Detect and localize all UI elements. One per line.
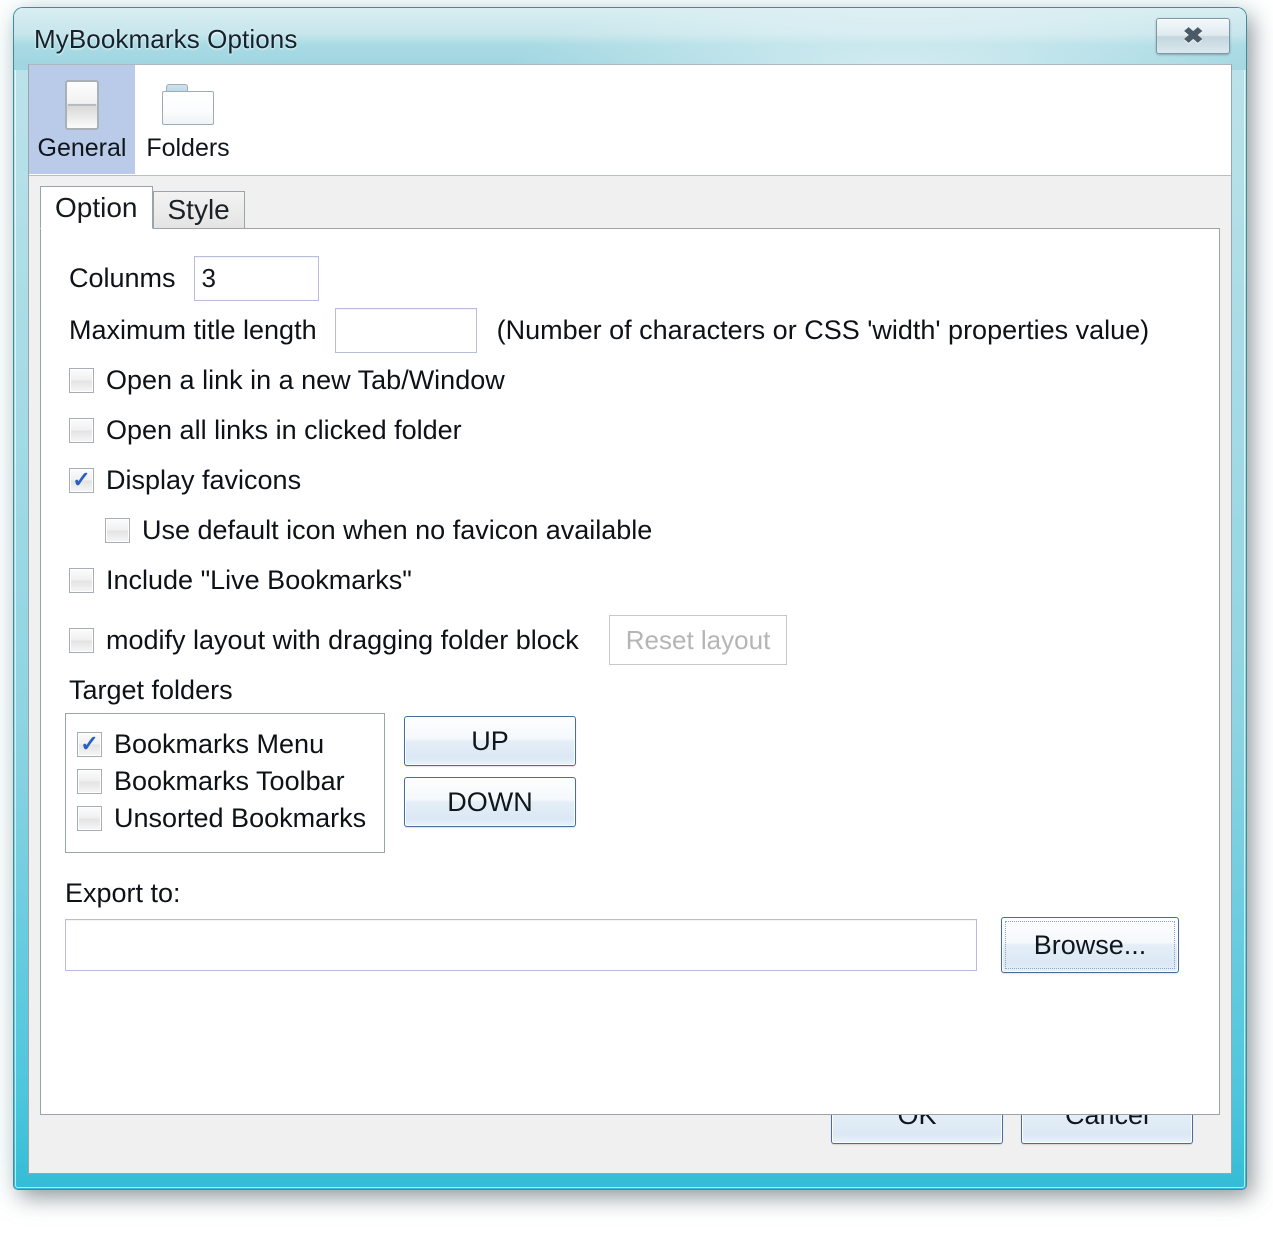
columns-input[interactable]	[193, 256, 319, 301]
folders-icon-wrap	[162, 78, 214, 132]
export-to-label: Export to:	[65, 878, 181, 908]
list-item[interactable]: ✓ Bookmarks Toolbar	[77, 766, 373, 797]
list-item[interactable]: ✓ Bookmarks Menu	[77, 729, 373, 760]
list-item-label-bookmarks-menu: Bookmarks Menu	[114, 729, 325, 759]
checkbox-modify-layout-label: modify layout with dragging folder block	[106, 624, 579, 655]
max-title-length-row: Maximum title length (Number of characte…	[69, 308, 1149, 353]
checkbox-row-modify-layout[interactable]: ✓ modify layout with dragging folder blo…	[69, 615, 788, 665]
checkbox-display-favicons-label: Display favicons	[106, 465, 302, 495]
icon-tab-strip: General Folders	[29, 65, 1231, 176]
check-icon: ✓	[80, 730, 99, 756]
icon-tab-general[interactable]: General	[29, 65, 135, 174]
list-item[interactable]: ✓ Unsorted Bookmarks	[77, 803, 373, 834]
close-button[interactable]: ✖	[1156, 18, 1230, 54]
checkbox-bookmarks-menu[interactable]: ✓	[77, 732, 102, 757]
tab-style[interactable]: Style	[152, 191, 245, 229]
icon-tab-folders-label: Folders	[146, 134, 230, 162]
browse-button[interactable]: Browse...	[1001, 917, 1179, 973]
checkbox-modify-layout[interactable]: ✓	[69, 627, 94, 653]
reset-layout-button[interactable]: Reset layout	[608, 615, 788, 665]
checkbox-row-open-link-new-tab[interactable]: ✓ Open a link in a new Tab/Window	[69, 365, 505, 396]
checkbox-unsorted-bookmarks[interactable]: ✓	[77, 806, 102, 831]
columns-row: Colunms	[69, 256, 319, 301]
move-up-button[interactable]: UP	[404, 716, 576, 766]
checkbox-include-live-bookmarks-label: Include "Live Bookmarks"	[106, 565, 412, 595]
check-icon: ✓	[72, 466, 91, 492]
option-tab-panel: Colunms Maximum title length (Number of …	[40, 228, 1220, 1115]
dialog-client-area: General Folders Option Style Colunms 3 M…	[28, 64, 1232, 1174]
export-path-input[interactable]	[65, 919, 977, 971]
checkbox-use-default-icon-label: Use default icon when no favicon availab…	[142, 515, 653, 545]
checkbox-row-open-all-links[interactable]: ✓ Open all links in clicked folder	[69, 415, 462, 446]
general-icon-wrap	[65, 78, 99, 132]
max-title-length-input[interactable]	[334, 308, 477, 353]
tab-option[interactable]: Option	[40, 186, 153, 229]
window-title: MyBookmarks Options	[34, 24, 298, 54]
icon-tab-general-label: General	[37, 134, 127, 162]
checkbox-display-favicons[interactable]: ✓	[69, 468, 94, 493]
checkbox-open-all-links[interactable]: ✓	[69, 418, 94, 443]
switch-icon	[65, 80, 99, 130]
checkbox-include-live-bookmarks[interactable]: ✓	[69, 568, 94, 593]
max-title-length-hint: (Number of characters or CSS 'width' pro…	[496, 315, 1150, 345]
checkbox-use-default-icon[interactable]: ✓	[105, 518, 130, 543]
title-bar: MyBookmarks Options ✖	[14, 8, 1246, 70]
sub-tab-row: Option Style	[40, 186, 245, 229]
checkbox-row-use-default-icon[interactable]: ✓ Use default icon when no favicon avail…	[105, 515, 652, 546]
checkbox-open-link-new-tab-label: Open a link in a new Tab/Window	[106, 365, 505, 395]
folder-icon-body	[162, 91, 214, 125]
columns-label: Colunms	[69, 263, 176, 293]
target-folders-list[interactable]: ✓ Bookmarks Menu ✓ Bookmarks Toolbar ✓ U…	[65, 713, 385, 853]
move-down-button[interactable]: DOWN	[404, 777, 576, 827]
close-icon: ✖	[1182, 23, 1204, 48]
max-title-length-label: Maximum title length	[69, 315, 317, 345]
target-folders-label: Target folders	[69, 675, 233, 705]
checkbox-row-include-live-bookmarks[interactable]: ✓ Include "Live Bookmarks"	[69, 565, 412, 596]
list-item-label-unsorted-bookmarks: Unsorted Bookmarks	[114, 803, 367, 833]
checkbox-row-display-favicons[interactable]: ✓ Display favicons	[69, 465, 301, 496]
folder-icon	[162, 84, 214, 126]
icon-tab-folders[interactable]: Folders	[135, 65, 241, 174]
dialog-window: MyBookmarks Options ✖ General Folders Op…	[14, 8, 1246, 1189]
sub-tab-area: Option Style Colunms Maximum title lengt…	[40, 186, 1220, 1115]
checkbox-open-link-new-tab[interactable]: ✓	[69, 368, 94, 393]
checkbox-open-all-links-label: Open all links in clicked folder	[106, 415, 462, 445]
list-item-label-bookmarks-toolbar: Bookmarks Toolbar	[114, 766, 345, 796]
checkbox-bookmarks-toolbar[interactable]: ✓	[77, 769, 102, 794]
